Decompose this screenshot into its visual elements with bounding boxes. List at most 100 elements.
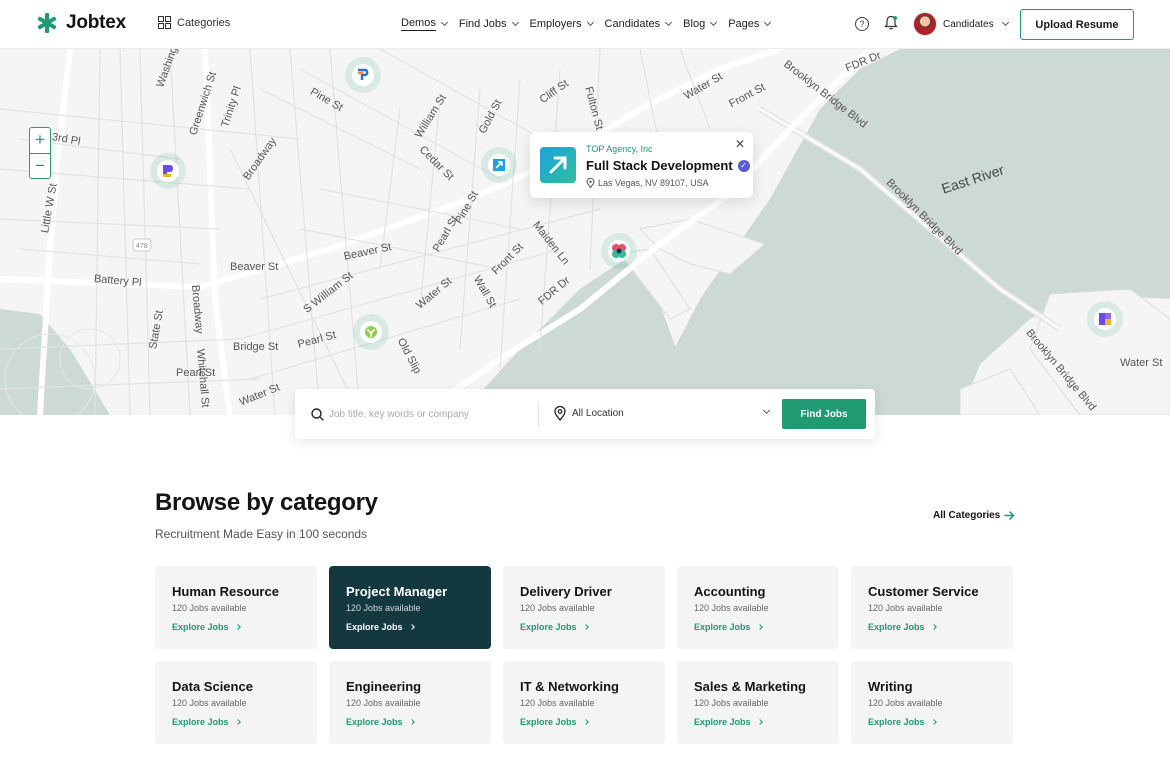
- nav-label: Candidates: [604, 18, 661, 30]
- map-pin[interactable]: [481, 147, 517, 183]
- map-label-bridge: Bridge St: [233, 341, 279, 353]
- chevron-right-icon: [582, 624, 589, 630]
- chevron-right-icon: [930, 624, 937, 630]
- category-card-data-science[interactable]: Data Science 120 Jobs available Explore …: [155, 661, 317, 744]
- explore-jobs-link[interactable]: Explore Jobs: [346, 717, 474, 727]
- explore-jobs-link[interactable]: Explore Jobs: [868, 717, 996, 727]
- zoom-in-button[interactable]: +: [30, 128, 50, 153]
- explore-jobs-label: Explore Jobs: [868, 717, 925, 727]
- divider: [538, 402, 539, 427]
- categories-button[interactable]: Categories: [158, 16, 230, 29]
- chevron-down-icon: [764, 18, 772, 27]
- company-logo-icon: [493, 159, 505, 171]
- popup-job-title: Full Stack Development: [586, 158, 733, 173]
- explore-jobs-label: Explore Jobs: [346, 717, 403, 727]
- company-logo-icon: [365, 326, 377, 338]
- map-pin[interactable]: [353, 314, 389, 350]
- chevron-right-icon: [756, 624, 763, 630]
- chevron-right-icon: [930, 719, 937, 725]
- explore-jobs-link[interactable]: Explore Jobs: [868, 622, 996, 632]
- category-name: Accounting: [694, 584, 766, 599]
- category-name: Sales & Marketing: [694, 679, 806, 694]
- category-card-project-manager[interactable]: Project Manager 120 Jobs available Explo…: [329, 566, 491, 649]
- nav-demos[interactable]: Demos: [401, 17, 448, 31]
- upload-resume-button[interactable]: Upload Resume: [1020, 9, 1134, 40]
- company-logo-icon: [163, 165, 173, 177]
- bell-icon[interactable]: [884, 15, 898, 31]
- zoom-out-button[interactable]: −: [30, 153, 50, 178]
- category-count: 120 Jobs available: [520, 698, 595, 708]
- chevron-down-icon: [1001, 18, 1009, 27]
- nav-pages[interactable]: Pages: [728, 17, 772, 31]
- explore-jobs-label: Explore Jobs: [694, 717, 751, 727]
- search-input[interactable]: [329, 403, 529, 425]
- category-card-customer-service[interactable]: Customer Service 120 Jobs available Expl…: [851, 566, 1013, 649]
- find-jobs-button[interactable]: Find Jobs: [782, 399, 866, 429]
- chevron-down-icon[interactable]: [762, 406, 771, 415]
- map[interactable]: 478 Washington St Greenwich St Trinity P…: [0, 49, 1170, 415]
- explore-jobs-label: Explore Jobs: [868, 622, 925, 632]
- explore-jobs-link[interactable]: Explore Jobs: [172, 622, 300, 632]
- explore-jobs-label: Explore Jobs: [346, 622, 403, 632]
- company-logo-icon: [1099, 313, 1111, 325]
- user-menu-label: Candidates: [943, 18, 994, 30]
- arrow-up-right-icon: [549, 156, 567, 174]
- nav-find-jobs[interactable]: Find Jobs: [458, 17, 519, 31]
- company-logo-icon: [612, 244, 626, 258]
- job-search-bar: All Location Find Jobs: [295, 389, 875, 439]
- chevron-down-icon: [440, 18, 448, 27]
- section-title: Browse by category: [155, 489, 378, 516]
- chevron-down-icon: [586, 18, 594, 27]
- all-categories-label: All Categories: [933, 510, 1001, 521]
- category-card-engineering[interactable]: Engineering 120 Jobs available Explore J…: [329, 661, 491, 744]
- help-icon[interactable]: ?: [855, 17, 869, 31]
- nav-label: Find Jobs: [458, 18, 507, 30]
- categories-label: Categories: [177, 16, 231, 29]
- category-card-writing[interactable]: Writing 120 Jobs available Explore Jobs: [851, 661, 1013, 744]
- logo[interactable]: Jobtex: [36, 12, 126, 34]
- section-subtitle: Recruitment Made Easy in 100 seconds: [155, 527, 368, 541]
- nav-candidates[interactable]: Candidates: [604, 17, 673, 31]
- explore-jobs-link[interactable]: Explore Jobs: [172, 717, 300, 727]
- popup-company[interactable]: TOP Agency, Inc: [586, 144, 653, 154]
- verified-icon: ✓: [737, 159, 750, 172]
- nav-label: Blog: [683, 18, 706, 30]
- map-canvas: 478: [0, 49, 1170, 415]
- map-pin[interactable]: [1087, 301, 1123, 337]
- category-card-human-resource[interactable]: Human Resource 120 Jobs available Explor…: [155, 566, 317, 649]
- category-card-it-networking[interactable]: IT & Networking 120 Jobs available Explo…: [503, 661, 665, 744]
- close-icon[interactable]: ✕: [735, 137, 745, 151]
- explore-jobs-link[interactable]: Explore Jobs: [346, 622, 474, 632]
- chevron-down-icon: [511, 18, 519, 27]
- nav-blog[interactable]: Blog: [683, 17, 718, 31]
- category-card-sales-marketing[interactable]: Sales & Marketing 120 Jobs available Exp…: [677, 661, 839, 744]
- explore-jobs-label: Explore Jobs: [520, 622, 577, 632]
- location-pin-icon: [586, 178, 595, 188]
- nav-label: Pages: [728, 18, 760, 30]
- explore-jobs-link[interactable]: Explore Jobs: [520, 622, 648, 632]
- category-card-accounting[interactable]: Accounting 120 Jobs available Explore Jo…: [677, 566, 839, 649]
- map-pin[interactable]: [150, 153, 186, 189]
- location-select[interactable]: All Location: [572, 408, 624, 419]
- asterisk-logo-icon: [37, 13, 57, 33]
- category-name: Writing: [868, 679, 913, 694]
- nav-label: Demos: [401, 17, 436, 31]
- explore-jobs-link[interactable]: Explore Jobs: [694, 717, 822, 727]
- nav-employers[interactable]: Employers: [530, 17, 594, 31]
- category-count: 120 Jobs available: [868, 698, 943, 708]
- category-name: Engineering: [346, 679, 422, 694]
- user-menu[interactable]: Candidates: [913, 12, 1009, 36]
- job-popup[interactable]: TOP Agency, Inc Full Stack Development ✓…: [530, 132, 753, 198]
- explore-jobs-label: Explore Jobs: [520, 717, 577, 727]
- arrow-right-icon: [1004, 511, 1015, 520]
- all-categories-link[interactable]: All Categories: [933, 510, 1015, 521]
- category-name: Human Resource: [172, 584, 279, 599]
- popup-title[interactable]: Full Stack Development ✓: [586, 158, 750, 173]
- avatar: [913, 12, 937, 36]
- map-pin[interactable]: [345, 57, 381, 93]
- chevron-right-icon: [582, 719, 589, 725]
- explore-jobs-link[interactable]: Explore Jobs: [694, 622, 822, 632]
- category-card-delivery-driver[interactable]: Delivery Driver 120 Jobs available Explo…: [503, 566, 665, 649]
- explore-jobs-link[interactable]: Explore Jobs: [520, 717, 648, 727]
- map-pin[interactable]: [601, 233, 637, 269]
